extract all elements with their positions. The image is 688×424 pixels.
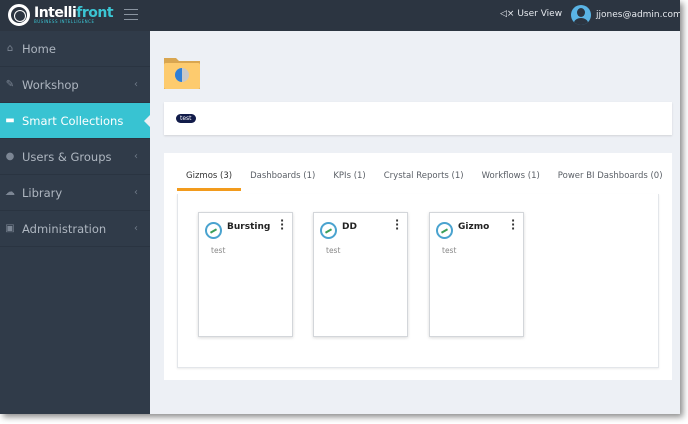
tab-dashboards[interactable]: Dashboards (1) [241, 169, 324, 191]
gizmo-grid: Bursting · · · test DD · · · test Gizmo · · · test [177, 194, 659, 368]
sidebar-item-label: Home [22, 41, 56, 56]
gizmo-icon [205, 222, 222, 239]
chevron-left-icon: ‹ [134, 151, 138, 162]
logo-text: Intellifront [34, 5, 114, 21]
briefcase-icon: ▣ [5, 223, 15, 234]
card-description: test [326, 246, 341, 255]
tab-gizmos[interactable]: Gizmos (3) [177, 169, 242, 191]
sidebar-item-label: Smart Collections [22, 113, 124, 128]
chevron-left-icon: ‹ [134, 79, 138, 90]
home-icon: ⌂ [6, 43, 14, 54]
gizmo-icon [320, 222, 337, 239]
card-description: test [442, 246, 457, 255]
sidebar-item-administration[interactable]: ▣ Administration ‹ [0, 211, 150, 247]
sidebar-item-users-groups[interactable]: ● Users & Groups ‹ [0, 139, 150, 175]
tab-power-bi-dashboards[interactable]: Power BI Dashboards (0) [549, 169, 672, 191]
more-options-icon[interactable]: · · · [280, 215, 284, 234]
user-email: jjones@admin.com [596, 10, 680, 20]
gizmo-card[interactable]: Bursting · · · test [198, 212, 293, 337]
card-description: test [211, 246, 226, 255]
sidebar-item-label: Workshop [22, 77, 79, 92]
sidebar-item-label: Library [22, 185, 63, 200]
card-title: DD [342, 222, 357, 232]
globe-logo-icon [8, 4, 30, 26]
wrench-icon: ✎ [5, 79, 15, 90]
tab-kpis[interactable]: KPIs (1) [324, 169, 374, 191]
tab-workflows[interactable]: Workflows (1) [473, 169, 549, 191]
gizmo-card[interactable]: DD · · · test [313, 212, 408, 337]
gizmo-icon [436, 222, 453, 239]
tab-crystal-reports[interactable]: Crystal Reports (1) [375, 169, 473, 191]
sidebar-item-smart-collections[interactable]: ▬ Smart Collections [0, 103, 151, 139]
cloud-icon: ☁ [5, 187, 15, 198]
speaker-icon: ◁× [500, 9, 515, 19]
chevron-left-icon: ‹ [134, 223, 138, 234]
collection-items-panel: Gizmos (3) Dashboards (1) KPIs (1) Cryst… [164, 153, 672, 380]
sidebar-item-home[interactable]: ⌂ Home [0, 31, 150, 67]
avatar [571, 5, 591, 25]
tag-badge[interactable]: test [176, 114, 196, 123]
user-menu[interactable]: jjones@admin.com [571, 5, 680, 25]
sidebar-item-workshop[interactable]: ✎ Workshop ‹ [0, 67, 150, 103]
sidebar: ⌂ Home ✎ Workshop ‹ ▬ Smart Collections ● Use… [0, 31, 151, 414]
more-options-icon[interactable]: · · · [511, 215, 515, 234]
top-bar: Intellifront BUSINESS INTELLIGENCE ◁× Use… [0, 0, 680, 31]
logo[interactable]: Intellifront BUSINESS INTELLIGENCE [8, 4, 114, 26]
card-title: Gizmo [458, 222, 490, 232]
sidebar-item-label: Users & Groups [22, 149, 112, 164]
folder-icon: ▬ [5, 115, 15, 126]
sidebar-item-label: Administration [22, 221, 107, 236]
menu-toggle-icon[interactable] [124, 9, 138, 20]
more-options-icon[interactable]: · · · [395, 215, 399, 234]
user-view-button[interactable]: ◁× User View [500, 9, 562, 19]
app-window: Intellifront BUSINESS INTELLIGENCE ◁× Use… [0, 0, 680, 414]
chevron-left-icon: ‹ [134, 187, 138, 198]
gizmo-card[interactable]: Gizmo · · · test [429, 212, 524, 337]
collection-tags-panel: test [164, 102, 672, 135]
sidebar-item-library[interactable]: ☁ Library ‹ [0, 175, 150, 211]
user-view-label: User View [517, 9, 563, 19]
smart-collection-folder-icon [164, 58, 200, 89]
users-icon: ● [5, 151, 15, 162]
tab-bar: Gizmos (3) Dashboards (1) KPIs (1) Cryst… [177, 169, 672, 191]
card-title: Bursting [227, 222, 271, 232]
